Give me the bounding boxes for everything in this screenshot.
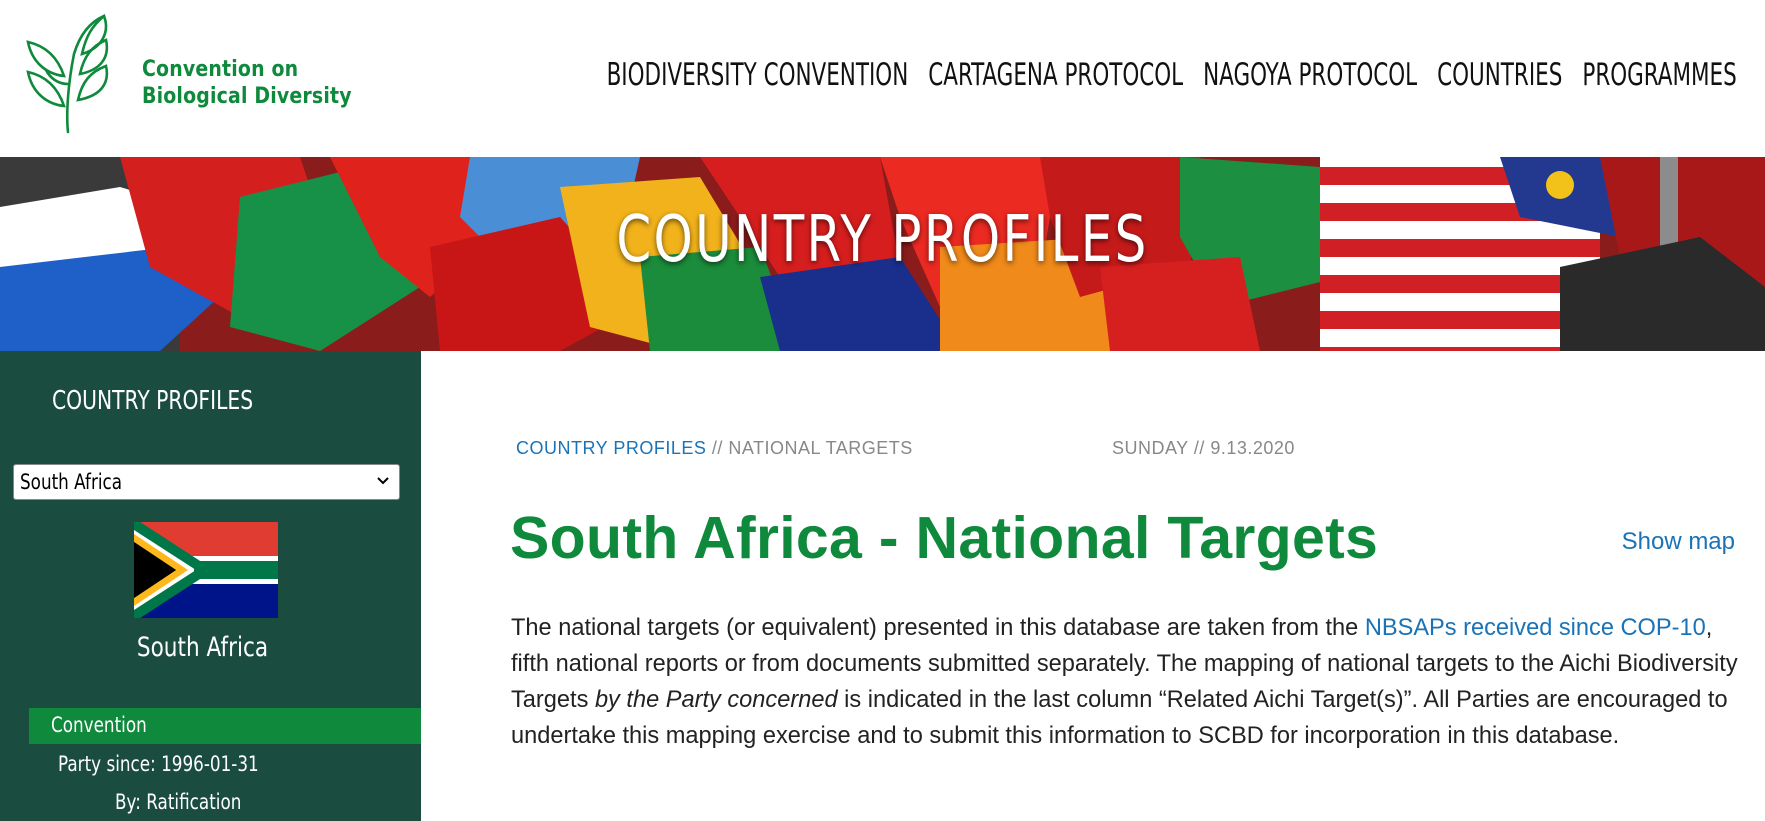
cbd-leaf-logo-icon[interactable] — [24, 14, 124, 134]
breadcrumb: COUNTRY PROFILES // NATIONAL TARGETS — [516, 438, 913, 459]
nav-programmes[interactable]: PROGRAMMES — [1583, 57, 1737, 93]
intro-text-1: The national targets (or equivalent) pre… — [511, 615, 1365, 641]
party-since: Party since: 1996-01-31 — [58, 752, 259, 776]
sidebar: COUNTRY PROFILES South Africa South Afri… — [0, 351, 421, 821]
show-map-link[interactable]: Show map — [1622, 528, 1735, 556]
nav-cartagena-protocol[interactable]: CARTAGENA PROTOCOL — [929, 57, 1184, 93]
main-nav: BIODIVERSITY CONVENTION CARTAGENA PROTOC… — [269, 50, 1737, 100]
south-africa-flag-icon — [134, 522, 278, 618]
party-by: By: Ratification — [115, 790, 242, 814]
country-select[interactable]: South Africa — [13, 464, 400, 500]
intro-emphasis: by the Party concerned — [594, 687, 838, 713]
chevron-down-icon — [377, 477, 389, 485]
hero-banner: COUNTRY PROFILES — [0, 157, 1765, 351]
page-title: South Africa - National Targets — [510, 505, 1379, 571]
sidebar-title: COUNTRY PROFILES — [52, 386, 254, 416]
current-date: SUNDAY // 9.13.2020 — [1112, 438, 1295, 458]
convention-label: Convention — [51, 713, 147, 737]
breadcrumb-country-profiles-link[interactable]: COUNTRY PROFILES — [516, 438, 706, 458]
site-header: Convention on Biological Diversity BIODI… — [0, 0, 1765, 157]
nbsaps-link[interactable]: NBSAPs received since COP-10 — [1365, 615, 1706, 641]
nav-countries[interactable]: COUNTRIES — [1437, 57, 1562, 93]
flag-caption: South Africa — [136, 632, 269, 663]
nav-nagoya-protocol[interactable]: NAGOYA PROTOCOL — [1203, 57, 1417, 93]
breadcrumb-separator: // — [706, 438, 729, 458]
convention-section-header[interactable]: Convention — [29, 708, 421, 744]
country-select-value: South Africa — [20, 470, 123, 494]
banner-title: COUNTRY PROFILES — [616, 203, 1149, 277]
breadcrumb-current: NATIONAL TARGETS — [728, 438, 913, 458]
nav-biodiversity-convention[interactable]: BIODIVERSITY CONVENTION — [607, 57, 909, 93]
intro-paragraph: The national targets (or equivalent) pre… — [511, 610, 1751, 754]
